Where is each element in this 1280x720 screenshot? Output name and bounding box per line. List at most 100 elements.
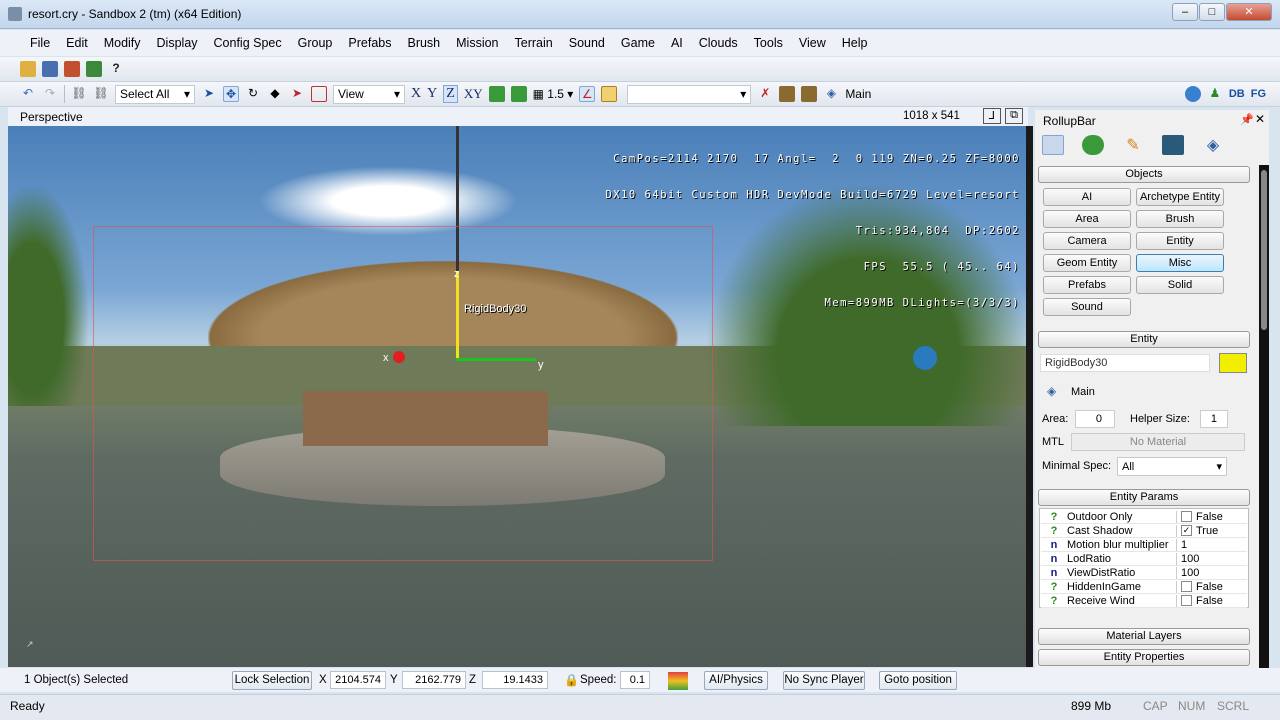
terrain-collision-icon[interactable] <box>668 672 688 690</box>
delete-selection-icon[interactable]: ✗ <box>757 86 773 102</box>
flowgraph-button[interactable]: FG <box>1251 88 1266 100</box>
undo-icon[interactable]: ↶ <box>20 86 36 102</box>
property-value[interactable]: 100 <box>1177 567 1199 579</box>
redo-icon[interactable]: ↷ <box>42 86 58 102</box>
entity-layer[interactable]: Main <box>1071 386 1095 398</box>
property-checkbox[interactable] <box>1181 581 1192 592</box>
menu-mission[interactable]: Mission <box>448 36 506 50</box>
entity-name-input[interactable]: RigidBody30 <box>1040 354 1210 372</box>
z-coordinate-input[interactable]: 19.1433 <box>482 671 548 689</box>
menu-view[interactable]: View <box>791 36 834 50</box>
x-coordinate-input[interactable]: 2104.574 <box>330 671 386 689</box>
axis-y-button[interactable]: Y <box>427 86 437 102</box>
object-type-prefabs-button[interactable]: Prefabs <box>1043 276 1131 294</box>
help-icon[interactable]: ? <box>108 61 124 77</box>
goto-position-button[interactable]: Goto position <box>879 671 957 690</box>
menu-brush[interactable]: Brush <box>399 36 448 50</box>
property-row[interactable]: ? HiddenInGame False <box>1041 580 1247 594</box>
property-value[interactable]: 100 <box>1177 553 1199 565</box>
tab-terrain-icon[interactable] <box>1082 135 1104 155</box>
menu-group[interactable]: Group <box>290 36 341 50</box>
menu-ai[interactable]: AI <box>663 36 691 50</box>
property-value[interactable]: False <box>1177 581 1223 593</box>
property-row[interactable]: ? Outdoor Only False <box>1041 510 1247 524</box>
property-value[interactable]: False <box>1177 511 1223 523</box>
menu-game[interactable]: Game <box>613 36 663 50</box>
unlink-icon[interactable]: ⛓ <box>93 86 109 102</box>
speed-input[interactable]: 0.1 <box>620 671 650 689</box>
object-type-camera-button[interactable]: Camera <box>1043 232 1131 250</box>
layer-import-icon[interactable] <box>779 86 796 102</box>
menu-tools[interactable]: Tools <box>746 36 791 50</box>
menu-terrain[interactable]: Terrain <box>507 36 561 50</box>
menu-sound[interactable]: Sound <box>561 36 613 50</box>
property-row[interactable]: ? Receive Wind False <box>1041 594 1247 608</box>
entity-params-header[interactable]: Entity Params <box>1038 489 1250 506</box>
object-type-ai-button[interactable]: AI <box>1043 188 1131 206</box>
viewport-type[interactable]: Perspective <box>20 110 83 124</box>
close-button[interactable]: ✕ <box>1226 3 1272 21</box>
area-input[interactable]: 0 <box>1075 410 1115 428</box>
menu-config-spec[interactable]: Config Spec <box>206 36 290 50</box>
menu-display[interactable]: Display <box>149 36 206 50</box>
export-icon[interactable] <box>64 61 80 77</box>
move-icon[interactable]: ✥ <box>223 86 239 102</box>
objects-header[interactable]: Objects <box>1038 166 1250 183</box>
lock-selection-button[interactable]: Lock Selection <box>232 671 312 690</box>
viewport-maximize-icon[interactable]: ⧉ <box>1005 108 1023 124</box>
import-icon[interactable] <box>86 61 102 77</box>
y-coordinate-input[interactable]: 2162.779 <box>402 671 466 689</box>
terrain-snap-icon[interactable] <box>488 86 505 102</box>
entity-color-swatch[interactable] <box>1219 353 1247 373</box>
rollup-close-icon[interactable]: ✕ <box>1255 112 1265 126</box>
viewport-options-icon[interactable]: ⅃ <box>983 108 1001 124</box>
material-layers-header[interactable]: Material Layers <box>1038 628 1250 645</box>
no-sync-player-button[interactable]: No Sync Player <box>783 671 865 690</box>
rollup-scrollbar[interactable] <box>1259 165 1269 692</box>
tab-display-icon[interactable] <box>1162 135 1184 155</box>
minimize-button[interactable]: ‒ <box>1172 3 1198 21</box>
current-layer[interactable]: Main <box>845 87 871 101</box>
3d-viewport[interactable]: x y z RigidBody30 ↗ CamPos=2114 2170 17 … <box>8 126 1026 667</box>
object-type-misc-button[interactable]: Misc <box>1136 254 1224 272</box>
entity-header[interactable]: Entity <box>1038 331 1250 348</box>
angle-snap-icon[interactable]: ∠ <box>579 86 596 102</box>
object-snap-icon[interactable] <box>510 86 527 102</box>
splitter[interactable] <box>1026 126 1033 667</box>
property-checkbox[interactable] <box>1181 511 1192 522</box>
menu-modify[interactable]: Modify <box>96 36 149 50</box>
named-selection-icon[interactable] <box>601 86 618 102</box>
min-spec-select[interactable]: All ▾ <box>1117 457 1227 476</box>
menu-help[interactable]: Help <box>834 36 876 50</box>
tab-layers-icon[interactable]: ◈ <box>1202 135 1224 155</box>
property-value[interactable]: False <box>1177 595 1223 607</box>
object-type-entity-button[interactable]: Entity <box>1136 232 1224 250</box>
axis-z-button[interactable]: Z <box>443 85 458 103</box>
tab-modify-icon[interactable]: ✎ <box>1122 135 1144 155</box>
menu-file[interactable]: File <box>22 36 58 50</box>
property-row[interactable]: n LodRatio 100 <box>1041 552 1247 566</box>
menu-edit[interactable]: Edit <box>58 36 96 50</box>
rotate-icon[interactable]: ↻ <box>245 86 261 102</box>
object-type-sound-button[interactable]: Sound <box>1043 298 1131 316</box>
player-icon[interactable]: ♟ <box>1207 86 1223 102</box>
tab-objects-icon[interactable] <box>1042 135 1064 155</box>
layer-export-icon[interactable] <box>801 86 818 102</box>
pin-icon[interactable]: 📌 <box>1240 113 1254 126</box>
property-checkbox[interactable] <box>1181 595 1192 606</box>
scale-icon[interactable]: ◆ <box>267 86 283 102</box>
select-terrain-icon[interactable]: ➤ <box>289 86 305 102</box>
named-selection-select[interactable]: ▾ <box>627 84 752 104</box>
link-icon[interactable]: ⛓ <box>71 86 87 102</box>
entity-helper-icon[interactable] <box>913 346 937 370</box>
property-row[interactable]: n ViewDistRatio 100 <box>1041 566 1247 580</box>
snap-box-icon[interactable] <box>311 86 327 102</box>
property-row[interactable]: ? Cast Shadow ✓ True <box>1041 524 1247 538</box>
globe-icon[interactable] <box>1184 86 1201 102</box>
helper-size-input[interactable]: 1 <box>1200 410 1228 428</box>
object-type-geom-entity-button[interactable]: Geom Entity <box>1043 254 1131 272</box>
entity-properties-header[interactable]: Entity Properties <box>1038 649 1250 666</box>
axis-xy-button[interactable]: XY <box>464 86 483 102</box>
menu-clouds[interactable]: Clouds <box>691 36 746 50</box>
object-type-area-button[interactable]: Area <box>1043 210 1131 228</box>
